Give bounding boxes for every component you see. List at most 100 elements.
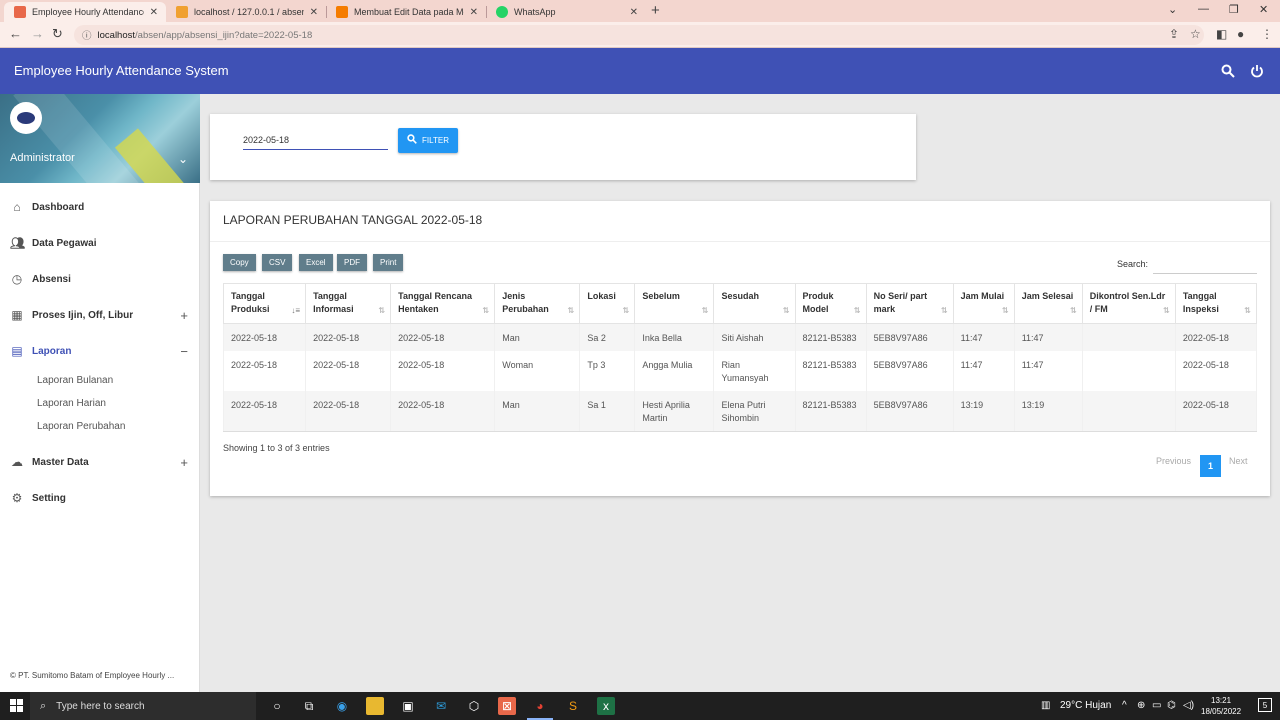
pagination-page-1[interactable]: 1 <box>1200 455 1221 477</box>
search-icon[interactable] <box>1221 64 1235 78</box>
browser-tab-0[interactable]: Employee Hourly Attendance Sys ✕ <box>4 2 166 22</box>
close-window-icon[interactable]: ✕ <box>1259 3 1268 16</box>
browser-tab-1[interactable]: localhost / 127.0.0.1 / absen / pe ✕ <box>166 2 326 22</box>
column-header-label: Jenis Perubahan <box>502 291 549 314</box>
column-header-label: Sebelum <box>642 291 680 301</box>
new-tab-icon[interactable]: + <box>651 2 660 19</box>
reload-icon[interactable]: ↻ <box>52 26 63 42</box>
column-header[interactable]: Sebelum ⇅ <box>634 283 715 324</box>
system-clock[interactable]: 13:21 18/05/2022 <box>1201 695 1241 717</box>
windows-start-icon[interactable] <box>10 699 23 715</box>
table-cell: Elena Putri Sihombin <box>713 391 796 432</box>
tray-battery-icon[interactable]: ▭ <box>1152 700 1161 711</box>
cortana-icon[interactable]: ○ <box>268 697 286 715</box>
notification-icon[interactable]: 5 <box>1258 698 1272 712</box>
forward-icon[interactable]: → <box>31 26 44 41</box>
column-header[interactable]: Tanggal Inspeksi ⇅ <box>1174 283 1258 324</box>
restore-icon[interactable]: ❐ <box>1229 3 1239 16</box>
browser-menu-icon[interactable]: ⋮ <box>1261 27 1273 41</box>
pagination-previous[interactable]: Previous <box>1156 456 1191 466</box>
csv-button[interactable]: CSV <box>262 254 293 271</box>
column-header[interactable]: Produk Model ⇅ <box>794 283 867 324</box>
sidebar-item-dashboard[interactable]: ⌂ Dashboard <box>0 189 200 225</box>
sublime-icon[interactable]: S <box>564 697 582 715</box>
sidebar-item-data-pegawai[interactable]: 👥︎ Data Pegawai <box>0 225 200 261</box>
minimize-icon[interactable]: — <box>1198 3 1209 15</box>
network-icon[interactable]: ⌬ <box>1167 700 1176 711</box>
close-tab-icon[interactable]: ✕ <box>310 7 318 18</box>
username[interactable]: Administrator <box>10 152 75 164</box>
volume-icon[interactable]: ◁) <box>1183 700 1194 711</box>
sidebar-item-laporan[interactable]: ▤ Laporan − <box>0 333 200 369</box>
column-header[interactable]: Jenis Perubahan ⇅ <box>494 283 581 324</box>
side-panel-icon[interactable]: ◧ <box>1216 27 1227 41</box>
report-icon: ▤ <box>11 344 23 358</box>
close-tab-icon[interactable]: ✕ <box>470 7 478 18</box>
weather-icon[interactable]: ▥ <box>1041 700 1050 711</box>
collapse-icon[interactable]: − <box>180 344 188 359</box>
store-icon[interactable]: ▣ <box>399 697 417 715</box>
browser-tab-2[interactable]: Membuat Edit Data pada Modal ✕ <box>326 2 486 22</box>
pagination-next[interactable]: Next <box>1229 456 1248 466</box>
column-header-label: Lokasi <box>587 291 616 301</box>
column-header-label: Tanggal Informasi <box>313 291 354 314</box>
tray-chevron-icon[interactable]: ^ <box>1122 700 1127 711</box>
power-icon[interactable] <box>1250 64 1264 78</box>
copy-button[interactable]: Copy <box>223 254 256 271</box>
pdf-button[interactable]: PDF <box>337 254 367 271</box>
info-icon[interactable]: ⓘ <box>82 28 92 42</box>
filter-button[interactable]: FILTER <box>398 128 458 153</box>
expand-icon[interactable]: + <box>180 455 188 470</box>
report-title: LAPORAN PERUBAHAN TANGGAL 2022-05-18 <box>223 213 483 227</box>
company-logo-icon <box>17 112 35 124</box>
table-search-input[interactable] <box>1153 256 1257 274</box>
url-bar[interactable]: ⓘ localhost/absen/app/absensi_ijin?date=… <box>74 25 1204 45</box>
table-cell: 2022-05-18 <box>1174 351 1258 391</box>
excel-button[interactable]: Excel <box>299 254 333 271</box>
column-header[interactable]: Jam Selesai ⇅ <box>1013 283 1083 324</box>
sidebar-subitem-laporan-bulanan[interactable]: Laporan Bulanan <box>0 369 200 392</box>
column-header[interactable]: Tanggal Informasi ⇅ <box>305 283 392 324</box>
browser-toolbar: ← → ↻ ⓘ localhost/absen/app/absensi_ijin… <box>0 22 1280 48</box>
file-explorer-icon[interactable] <box>366 697 384 715</box>
column-header[interactable]: Jam Mulai ⇅ <box>952 283 1015 324</box>
column-header[interactable]: Dikontrol Sen.Ldr / FM ⇅ <box>1081 283 1176 324</box>
sidebar-subitem-laporan-perubahan[interactable]: Laporan Perubahan <box>0 415 200 438</box>
taskbar-search[interactable]: ⌕ Type here to search <box>30 692 256 720</box>
print-button[interactable]: Print <box>373 254 404 271</box>
app-cube-icon[interactable]: ⬡ <box>465 697 483 715</box>
mail-icon[interactable]: ✉ <box>432 697 450 715</box>
column-header[interactable]: Lokasi ⇅ <box>579 283 636 324</box>
browser-tab-3[interactable]: WhatsApp ✕ <box>486 2 646 22</box>
column-header[interactable]: Tanggal Rencana Hentaken ⇅ <box>390 283 496 324</box>
sidebar-item-master-data[interactable]: ☁ Master Data + <box>0 444 200 480</box>
sidebar-item-setting[interactable]: ⚙ Setting <box>0 480 200 516</box>
tab-search-chevron-icon[interactable]: ⌄ <box>1168 3 1177 16</box>
back-icon[interactable]: ← <box>9 26 22 41</box>
chrome-icon[interactable]: ◕ <box>531 697 549 715</box>
sidebar-item-absensi[interactable]: ◷ Absensi <box>0 261 200 297</box>
os-taskbar: ⌕ Type here to search ○ ⧉ ◉ ▣ ✉ ⬡ ⊠ ◕ S … <box>0 692 1280 720</box>
whatsapp-favicon-icon <box>496 6 508 18</box>
edge-icon[interactable]: ◉ <box>333 697 351 715</box>
expand-icon[interactable]: + <box>180 308 188 323</box>
bookmark-star-icon[interactable]: ☆ <box>1190 27 1201 41</box>
profile-icon[interactable]: ● <box>1237 27 1244 41</box>
share-icon[interactable]: ⇪ <box>1169 27 1179 41</box>
search-icon: ⌕ <box>40 699 47 712</box>
task-view-icon[interactable]: ⧉ <box>300 697 318 715</box>
column-header[interactable]: Sesudah ⇅ <box>713 283 796 324</box>
column-header[interactable]: No Seri/ part mark ⇅ <box>865 283 954 324</box>
excel-icon[interactable]: x <box>597 697 615 715</box>
tray-app-icon[interactable]: ⊕ <box>1137 700 1145 711</box>
sidebar-item-proses-ijin[interactable]: ▦ Proses Ijin, Off, Libur + <box>0 297 200 333</box>
column-header-label: Produk Model <box>802 291 834 314</box>
date-input[interactable] <box>243 130 388 150</box>
close-tab-icon[interactable]: ✕ <box>150 7 158 18</box>
close-tab-icon[interactable]: ✕ <box>630 7 638 18</box>
chevron-down-icon[interactable]: ⌄ <box>178 152 188 166</box>
column-header[interactable]: Tanggal Produksi ↓≡ <box>222 283 307 324</box>
xampp-icon[interactable]: ⊠ <box>498 697 516 715</box>
sidebar-subitem-laporan-harian[interactable]: Laporan Harian <box>0 392 200 415</box>
weather-text[interactable]: 29°C Hujan <box>1060 700 1111 711</box>
